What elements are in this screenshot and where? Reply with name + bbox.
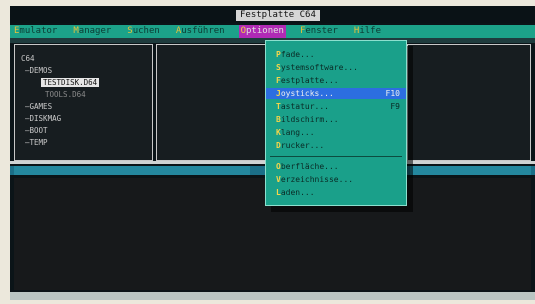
option-label: aden... bbox=[280, 188, 315, 197]
directory-tree: C64 —DEMOS TESTDISK.D64 TOOLS.D64 —GAMES… bbox=[21, 53, 100, 149]
option-label: astatur... bbox=[280, 102, 329, 111]
menu-option-joysticks[interactable]: Joysticks... F10 bbox=[266, 88, 406, 99]
menu-option-bildschirm[interactable]: Bildschirm... bbox=[266, 114, 406, 125]
option-label: ildschirm... bbox=[280, 115, 339, 124]
option-label: oysticks... bbox=[280, 89, 334, 98]
menu-option-oberflaeche[interactable]: Oberfläche... bbox=[266, 161, 406, 172]
menu-optionen[interactable]: Optionen bbox=[238, 25, 286, 38]
menu-ausfuehren-label: usführen bbox=[181, 26, 225, 36]
tree-item-games[interactable]: —GAMES bbox=[21, 101, 99, 113]
tree-item-root[interactable]: C64 bbox=[21, 53, 99, 65]
bottom-bar bbox=[10, 292, 535, 300]
menu-option-systemsoftware[interactable]: Systemsoftware... bbox=[266, 62, 406, 73]
tree-item-boot[interactable]: —BOOT bbox=[21, 125, 99, 137]
menu-separator bbox=[270, 156, 402, 157]
menu-emulator[interactable]: Emulator bbox=[12, 25, 59, 38]
tree-item-diskmag[interactable]: —DISKMAG bbox=[21, 113, 99, 125]
status-segment-left bbox=[14, 166, 250, 175]
options-dropdown-menu: Pfade... Systemsoftware... Festplatte...… bbox=[265, 40, 407, 206]
tree-item-label: —DISKMAG bbox=[25, 114, 62, 123]
menu-option-tastatur[interactable]: Tastatur... F9 bbox=[266, 101, 406, 112]
menu-manager-label: anager bbox=[78, 26, 112, 36]
menu-option-klang[interactable]: Klang... bbox=[266, 127, 406, 138]
option-label: ystemsoftware... bbox=[280, 63, 358, 72]
menu-option-laden[interactable]: Laden... bbox=[266, 187, 406, 198]
menu-optionen-label: ptionen bbox=[246, 26, 284, 36]
app-title: Festplatte C64 bbox=[236, 10, 320, 21]
option-label: berfläche... bbox=[280, 162, 339, 171]
tree-item-label: TESTDISK.D64 bbox=[41, 78, 100, 87]
title-bar: Festplatte C64 bbox=[10, 6, 535, 23]
menu-ausfuehren[interactable]: Ausführen bbox=[174, 25, 227, 38]
menu-hilfe[interactable]: Hilfe bbox=[352, 25, 383, 38]
tree-item-label: TOOLS.D64 bbox=[45, 90, 86, 99]
menu-option-festplatte[interactable]: Festplatte... bbox=[266, 75, 406, 86]
tree-item-demos[interactable]: —DEMOS bbox=[21, 65, 99, 77]
tree-item-temp[interactable]: —TEMP bbox=[21, 137, 99, 149]
menu-emulator-label: mulator bbox=[19, 26, 58, 36]
tree-item-label: C64 bbox=[21, 54, 35, 63]
option-label: lang... bbox=[280, 128, 315, 137]
menu-suchen-label: uchen bbox=[132, 26, 160, 36]
menu-option-verzeichnisse[interactable]: Verzeichnisse... bbox=[266, 174, 406, 185]
tree-item-label: —DEMOS bbox=[25, 66, 53, 75]
tree-item-tools[interactable]: TOOLS.D64 bbox=[21, 89, 99, 101]
menu-bar: Emulator Manager Suchen Ausführen Option… bbox=[10, 25, 535, 38]
option-shortcut: F9 bbox=[390, 102, 400, 111]
tree-item-label: —TEMP bbox=[25, 138, 48, 147]
file-list-panel[interactable] bbox=[156, 44, 266, 161]
menu-suchen[interactable]: Suchen bbox=[125, 25, 162, 38]
option-label: erzeichnisse... bbox=[280, 175, 354, 184]
menu-manager[interactable]: Manager bbox=[71, 25, 113, 38]
tree-item-label: —GAMES bbox=[25, 102, 53, 111]
info-panel[interactable] bbox=[407, 44, 531, 161]
option-shortcut: F10 bbox=[385, 89, 400, 98]
emulator-screen: Festplatte C64 Emulator Manager Suchen A… bbox=[10, 6, 535, 300]
directory-tree-panel[interactable]: C64 —DEMOS TESTDISK.D64 TOOLS.D64 —GAMES… bbox=[14, 44, 153, 161]
tree-item-label: —BOOT bbox=[25, 126, 48, 135]
menu-option-drucker-top[interactable]: Drucker... bbox=[266, 140, 406, 151]
tree-item-testdisk[interactable]: TESTDISK.D64 bbox=[21, 77, 100, 89]
option-label: fade... bbox=[280, 50, 315, 59]
menu-option-pfade[interactable]: Pfade... bbox=[266, 49, 406, 60]
menu-fenster-label: enster bbox=[305, 26, 338, 36]
option-label: rucker... bbox=[280, 141, 325, 150]
option-label: estplatte... bbox=[280, 76, 339, 85]
status-segment-right bbox=[410, 166, 531, 175]
menu-fenster[interactable]: Fenster bbox=[298, 25, 340, 38]
menu-hilfe-label: ilfe bbox=[359, 26, 381, 36]
